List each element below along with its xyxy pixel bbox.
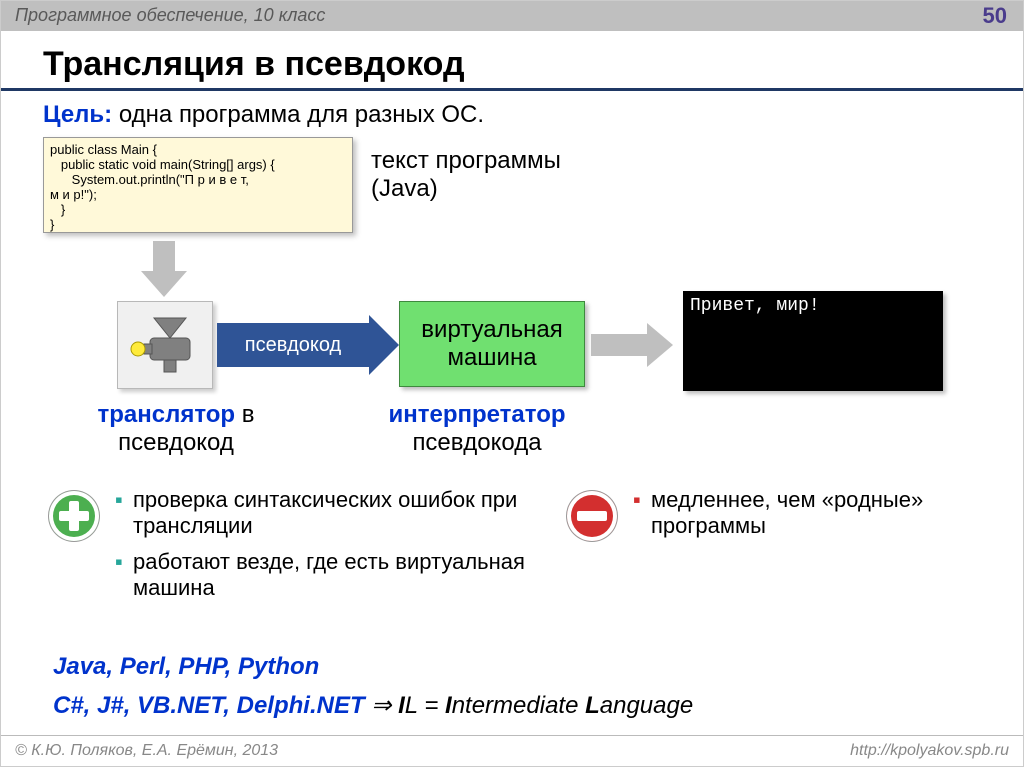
translator-label: транслятор в псевдокод (81, 401, 271, 457)
copyright: © К.Ю. Поляков, Е.А. Ерёмин, 2013 (15, 742, 278, 760)
vm-line1: виртуальная (400, 316, 584, 344)
slide-content: Цель: одна программа для разных ОС. publ… (1, 91, 1023, 129)
goal-line: Цель: одна программа для разных ОС. (43, 101, 981, 129)
console-output: Привет, мир! (683, 291, 943, 391)
pseudocode-arrow: псевдокод (217, 323, 399, 367)
pros-list: проверка синтаксических ошибок при транс… (115, 487, 525, 611)
source-code-box: public class Main { public static void m… (43, 137, 353, 233)
footer-url: http://kpolyakov.spb.ru (850, 742, 1009, 760)
vm-line2: машина (400, 344, 584, 372)
virtual-machine-box: виртуальная машина (399, 301, 585, 387)
interpreter-label: интерпретатор псевдокода (347, 401, 607, 457)
translator-line2: псевдокод (118, 429, 234, 456)
goal-text: одна программа для разных ОС. (119, 101, 484, 128)
arrow-down-icon (141, 241, 187, 297)
pseudocode-arrow-label: псевдокод (245, 334, 341, 357)
list-item: медленнее, чем «родные» программы (633, 487, 969, 539)
languages-line-2: C#, J#, VB.NET, Delphi.NET ⇒ IL = Interm… (53, 691, 693, 720)
minus-icon (567, 491, 617, 541)
list-item: работают везде, где есть виртуальная маш… (115, 549, 525, 601)
footer: © К.Ю. Поляков, Е.А. Ерёмин, 2013 http:/… (1, 735, 1023, 766)
slide-title: Трансляция в псевдокод (1, 31, 1023, 91)
langs2-list: C#, J#, VB.NET, Delphi.NET (53, 692, 365, 719)
list-item: проверка синтаксических ошибок при транс… (115, 487, 525, 539)
translator-box (117, 301, 213, 389)
page-number: 50 (983, 3, 1007, 29)
cons-list: медленнее, чем «родные» программы (633, 487, 969, 539)
console-text: Привет, мир! (690, 296, 820, 316)
breadcrumb: Программное обеспечение, 10 класс (15, 5, 325, 25)
interpreter-bold: интерпретатор (388, 401, 565, 428)
arrow-right-icon (591, 327, 673, 363)
goal-label: Цель (43, 101, 104, 128)
translator-bold: транслятор (97, 401, 235, 428)
header-bar: Программное обеспечение, 10 класс 50 (1, 1, 1023, 31)
grinder-icon (130, 314, 200, 378)
interpreter-line2: псевдокода (412, 429, 541, 456)
source-code-label: текст программы (Java) (371, 147, 561, 203)
plus-icon (49, 491, 99, 541)
languages-line-1: Java, Perl, PHP, Python (53, 653, 319, 681)
